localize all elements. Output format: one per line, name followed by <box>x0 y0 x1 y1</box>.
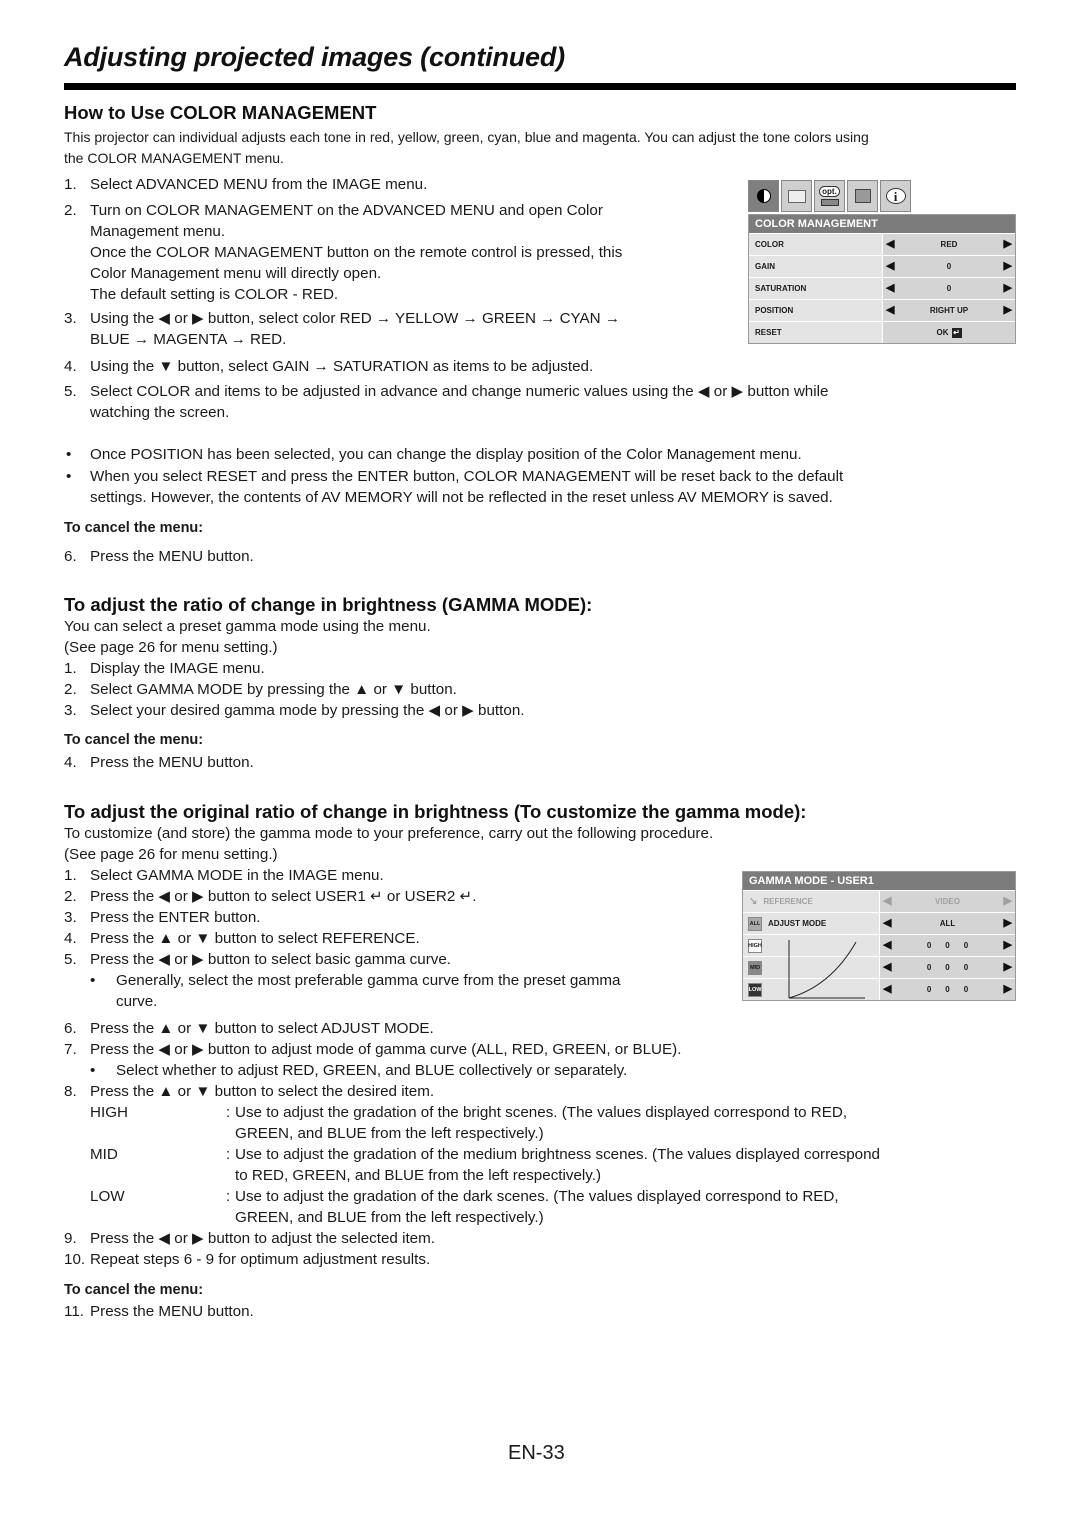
osd-row-position[interactable]: POSITION ◀ RIGHT UP ▶ <box>749 299 1015 321</box>
osd-row-gain[interactable]: GAIN ◀ 0 ▶ <box>749 255 1015 277</box>
arrow-right-icon[interactable]: ▶ <box>1004 239 1012 250</box>
arrow-left-icon[interactable]: ◀ <box>883 918 891 929</box>
reference-icon: ↘ <box>749 896 758 907</box>
arrow-right-icon[interactable]: ▶ <box>1004 283 1012 294</box>
osd-row-reference[interactable]: ↘ REFERENCE ◀ VIDEO ▶ <box>743 890 1015 912</box>
intro-text: (See page 26 for menu setting.) <box>64 846 278 863</box>
page-number: EN-33 <box>508 1442 565 1464</box>
arrow-left-icon[interactable]: ◀ <box>883 940 891 951</box>
opt-icon: opt. <box>819 186 840 197</box>
arrow-right-icon[interactable]: ▶ <box>1004 896 1012 907</box>
gamma-curve-graph <box>788 940 865 999</box>
osd-row-adjust-mode[interactable]: ALL ADJUST MODE ◀ ALL ▶ <box>743 912 1015 934</box>
arrow-left-icon[interactable]: ◀ <box>883 962 891 973</box>
osd-row-saturation[interactable]: SATURATION ◀ 0 ▶ <box>749 277 1015 299</box>
arrow-left-icon[interactable]: ◀ <box>886 283 894 294</box>
arrow-right-icon[interactable]: ▶ <box>1004 918 1012 929</box>
adjust-mode-icon: ALL <box>748 916 762 931</box>
picture-icon <box>756 189 771 203</box>
color-management-panel: COLOR MANAGEMENT COLOR ◀ RED ▶ GAIN ◀ 0 ▶ SA… <box>748 214 1016 344</box>
arrow-right-icon[interactable]: ▶ <box>1004 261 1012 272</box>
section-heading-gamma-mode: To adjust the ratio of change in brightn… <box>64 594 593 615</box>
arrow-right-icon[interactable]: ▶ <box>1004 305 1012 316</box>
cancel-heading: To cancel the menu: <box>64 1282 204 1298</box>
cancel-heading: To cancel the menu: <box>64 520 204 536</box>
arrow-left-icon[interactable]: ◀ <box>883 984 891 995</box>
arrow-right-icon[interactable]: ▶ <box>1004 984 1012 995</box>
arrow-left-icon[interactable]: ◀ <box>886 261 894 272</box>
projector-screen-icon <box>787 189 806 203</box>
title-divider <box>64 83 1016 90</box>
intro-text: the COLOR MANAGEMENT menu. <box>64 150 284 166</box>
arrow-left-icon[interactable]: ◀ <box>886 239 894 250</box>
low-icon: LOW <box>748 982 762 997</box>
page-title: Adjusting projected images (continued) <box>64 42 565 72</box>
arrow-left-icon[interactable]: ◀ <box>883 896 891 907</box>
osd-row-reset[interactable]: RESET OK ↵ <box>749 321 1015 343</box>
cancel-heading: To cancel the menu: <box>64 732 204 748</box>
gamma-curve <box>788 941 857 999</box>
arrow-right-icon[interactable]: ▶ <box>1004 962 1012 973</box>
osd-row-color[interactable]: COLOR ◀ RED ▶ <box>749 233 1015 255</box>
high-icon: HIGH <box>748 938 762 953</box>
intro-text: This projector can individual adjusts ea… <box>64 129 869 145</box>
intro-text: You can select a preset gamma mode using… <box>64 618 431 635</box>
osd-tab-bar: opt. i <box>748 180 1016 212</box>
osd-title: COLOR MANAGEMENT <box>749 215 1015 233</box>
tab-installation[interactable] <box>781 180 812 212</box>
color-management-osd: opt. i COLOR MANAGEMENT COLOR ◀ RED ▶ GAIN… <box>748 180 1016 344</box>
gamma-levels: HIGH ◀ 0 0 0 ▶ MID ◀ 0 0 0 ▶ LOW ◀ 0 0 0 ▶ <box>743 934 1015 1000</box>
tab-setup[interactable] <box>847 180 878 212</box>
intro-text: (See page 26 for menu setting.) <box>64 639 278 656</box>
arrow-right-icon[interactable]: ▶ <box>1004 940 1012 951</box>
tab-info[interactable]: i <box>880 180 911 212</box>
mid-icon: MID <box>748 960 762 975</box>
enter-icon: ↵ <box>951 327 962 338</box>
info-icon: i <box>885 188 906 204</box>
intro-text: To customize (and store) the gamma mode … <box>64 825 714 842</box>
tab-option[interactable]: opt. <box>814 180 845 212</box>
installation-icon <box>854 189 871 203</box>
arrow-left-icon[interactable]: ◀ <box>886 305 894 316</box>
section-heading-custom-gamma: To adjust the original ratio of change i… <box>64 801 807 822</box>
section-heading-color-management: How to Use COLOR MANAGEMENT <box>64 102 377 123</box>
gamma-mode-osd: GAMMA MODE - USER1 ↘ REFERENCE ◀ VIDEO ▶ AL… <box>742 871 1016 1001</box>
tab-image[interactable] <box>748 180 779 212</box>
osd-title: GAMMA MODE - USER1 <box>743 872 1015 890</box>
